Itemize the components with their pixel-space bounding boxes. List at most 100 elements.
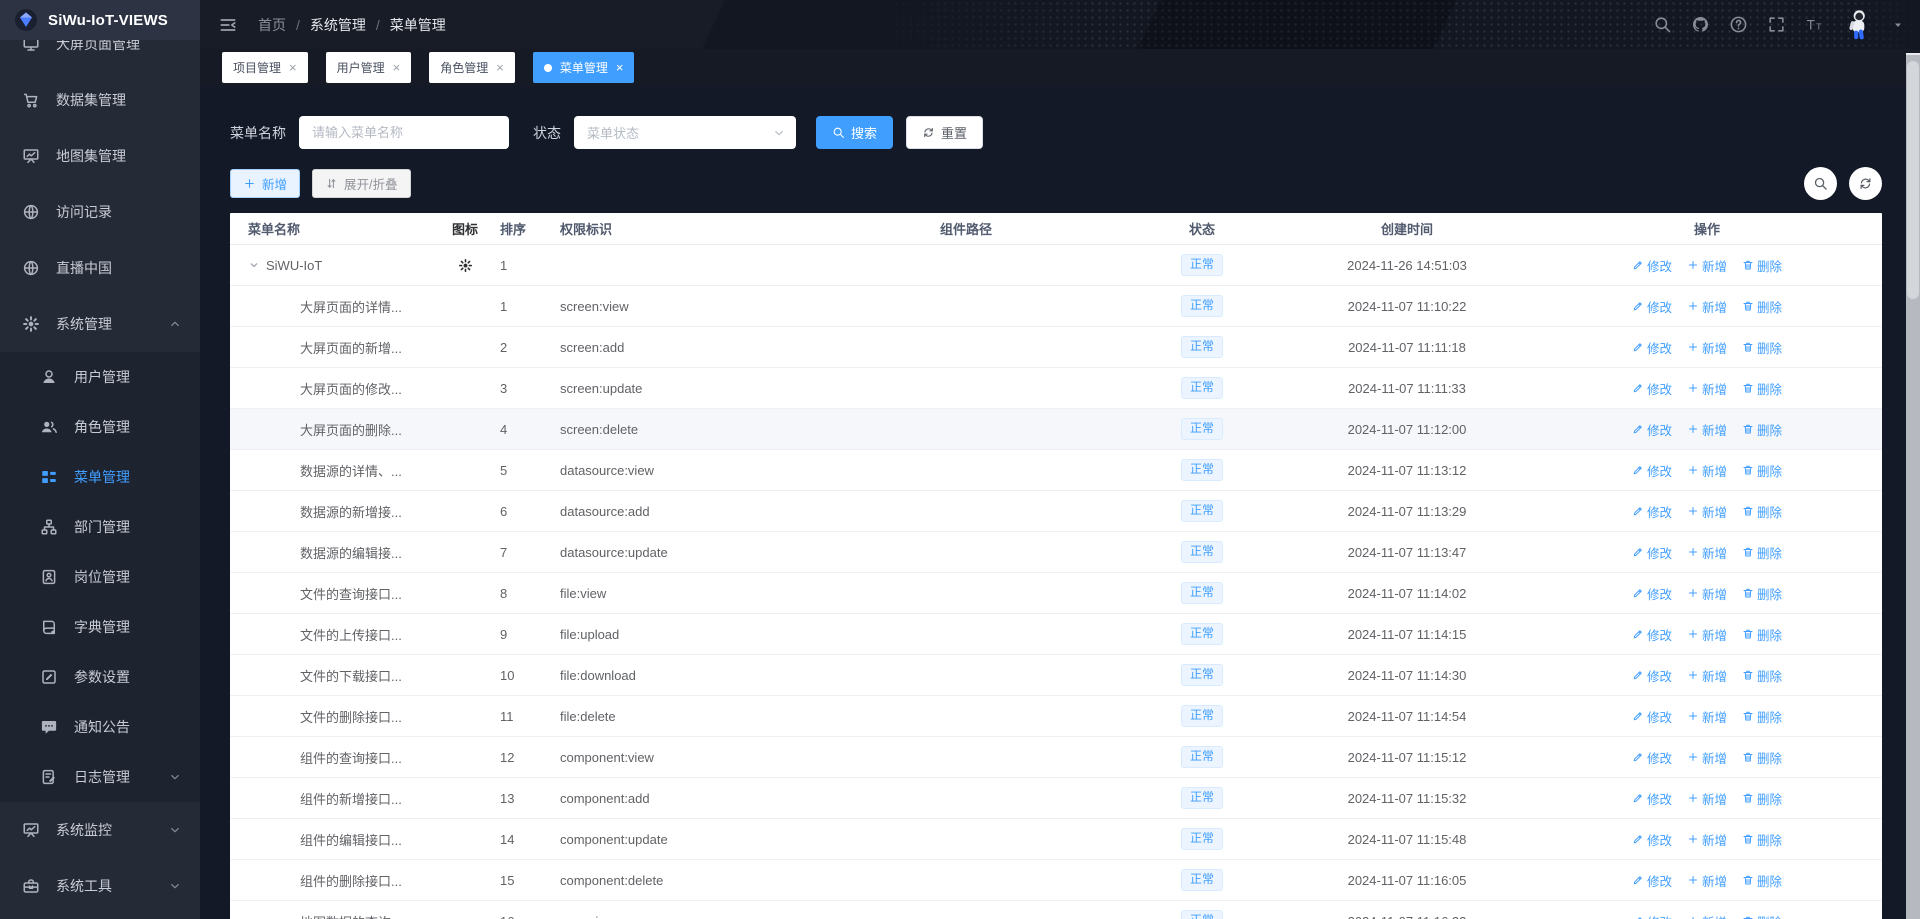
tab-active[interactable]: 菜单管理 ×: [533, 52, 635, 83]
edit-link[interactable]: 修改: [1632, 666, 1672, 685]
edit-link[interactable]: 修改: [1632, 830, 1672, 849]
sidebar-item[interactable]: 字典管理: [0, 602, 200, 652]
page-scrollbar[interactable]: [1906, 53, 1920, 919]
edit-link[interactable]: 修改: [1632, 297, 1672, 316]
table-row[interactable]: 大屏页面的新增... 2 screen:add 正常 2024-11-07 11…: [230, 327, 1882, 368]
delete-link[interactable]: 删除: [1742, 461, 1782, 480]
add-link[interactable]: 新增: [1687, 871, 1727, 890]
delete-link[interactable]: 删除: [1742, 256, 1782, 275]
table-row[interactable]: 组件的新增接口... 13 component:add 正常 2024-11-0…: [230, 778, 1882, 819]
sidebar-item[interactable]: 菜单管理: [0, 452, 200, 502]
fullscreen-icon[interactable]: [1767, 15, 1786, 34]
add-link[interactable]: 新增: [1687, 912, 1727, 919]
delete-link[interactable]: 删除: [1742, 338, 1782, 357]
user-avatar[interactable]: [1843, 8, 1873, 42]
delete-link[interactable]: 删除: [1742, 707, 1782, 726]
help-icon[interactable]: [1729, 15, 1748, 34]
add-link[interactable]: 新增: [1687, 625, 1727, 644]
tab-close-icon[interactable]: ×: [616, 61, 624, 74]
add-button[interactable]: 新增: [230, 169, 300, 198]
breadcrumb-item[interactable]: 系统管理: [310, 15, 366, 35]
sidebar-item[interactable]: 岗位管理: [0, 552, 200, 602]
tab-close-icon[interactable]: ×: [289, 61, 297, 74]
table-row[interactable]: 大屏页面的修改... 3 screen:update 正常 2024-11-07…: [230, 368, 1882, 409]
sidebar-item[interactable]: 用户管理: [0, 352, 200, 402]
add-link[interactable]: 新增: [1687, 297, 1727, 316]
delete-link[interactable]: 删除: [1742, 420, 1782, 439]
table-row[interactable]: 文件的下载接口... 10 file:download 正常 2024-11-0…: [230, 655, 1882, 696]
delete-link[interactable]: 删除: [1742, 379, 1782, 398]
add-link[interactable]: 新增: [1687, 256, 1727, 275]
tab-0[interactable]: 项目管理 ×: [222, 52, 308, 83]
add-link[interactable]: 新增: [1687, 461, 1727, 480]
user-menu-caret-icon[interactable]: [1892, 19, 1904, 31]
edit-link[interactable]: 修改: [1632, 461, 1672, 480]
font-size-icon[interactable]: TT: [1805, 15, 1824, 34]
app-logo[interactable]: SiWu-IoT-VIEWS: [0, 0, 200, 40]
table-row[interactable]: 数据源的编辑接... 7 datasource:update 正常 2024-1…: [230, 532, 1882, 573]
expand-collapse-button[interactable]: 展开/折叠: [312, 169, 410, 198]
sidebar-item[interactable]: 直播中国: [0, 240, 200, 296]
sidebar-item[interactable]: 部门管理: [0, 502, 200, 552]
table-row[interactable]: 组件的删除接口... 15 component:delete 正常 2024-1…: [230, 860, 1882, 901]
breadcrumb-item[interactable]: 菜单管理: [390, 15, 446, 35]
add-link[interactable]: 新增: [1687, 502, 1727, 521]
edit-link[interactable]: 修改: [1632, 338, 1672, 357]
add-link[interactable]: 新增: [1687, 666, 1727, 685]
delete-link[interactable]: 删除: [1742, 584, 1782, 603]
table-row[interactable]: 文件的上传接口... 9 file:upload 正常 2024-11-07 1…: [230, 614, 1882, 655]
delete-link[interactable]: 删除: [1742, 789, 1782, 808]
github-icon[interactable]: [1691, 15, 1710, 34]
sidebar-collapse-icon[interactable]: [218, 15, 238, 35]
table-row[interactable]: 组件的编辑接口... 14 component:update 正常 2024-1…: [230, 819, 1882, 860]
refresh-table-button[interactable]: [1849, 167, 1882, 200]
add-link[interactable]: 新增: [1687, 420, 1727, 439]
edit-link[interactable]: 修改: [1632, 420, 1672, 439]
tab-1[interactable]: 用户管理 ×: [326, 52, 412, 83]
search-button[interactable]: 搜索: [816, 116, 893, 149]
delete-link[interactable]: 删除: [1742, 666, 1782, 685]
show-search-button[interactable]: [1804, 167, 1837, 200]
edit-link[interactable]: 修改: [1632, 748, 1672, 767]
sidebar-item[interactable]: 日志管理: [0, 752, 200, 802]
sidebar-item[interactable]: 系统监控: [0, 802, 200, 858]
edit-link[interactable]: 修改: [1632, 256, 1672, 275]
table-row[interactable]: 大屏页面的详情... 1 screen:view 正常 2024-11-07 1…: [230, 286, 1882, 327]
edit-link[interactable]: 修改: [1632, 789, 1672, 808]
status-select[interactable]: 菜单状态: [574, 116, 796, 149]
table-row[interactable]: 组件的查询接口... 12 component:view 正常 2024-11-…: [230, 737, 1882, 778]
edit-link[interactable]: 修改: [1632, 912, 1672, 919]
add-link[interactable]: 新增: [1687, 830, 1727, 849]
delete-link[interactable]: 删除: [1742, 502, 1782, 521]
edit-link[interactable]: 修改: [1632, 502, 1672, 521]
tab-close-icon[interactable]: ×: [393, 61, 401, 74]
add-link[interactable]: 新增: [1687, 338, 1727, 357]
add-link[interactable]: 新增: [1687, 543, 1727, 562]
scrollbar-thumb[interactable]: [1907, 61, 1919, 299]
sidebar-item[interactable]: 数据集管理: [0, 72, 200, 128]
row-expand-icon[interactable]: [248, 259, 260, 271]
edit-link[interactable]: 修改: [1632, 871, 1672, 890]
delete-link[interactable]: 删除: [1742, 912, 1782, 919]
table-row[interactable]: 数据源的新增接... 6 datasource:add 正常 2024-11-0…: [230, 491, 1882, 532]
table-row[interactable]: 数据源的详情、... 5 datasource:view 正常 2024-11-…: [230, 450, 1882, 491]
delete-link[interactable]: 删除: [1742, 748, 1782, 767]
delete-link[interactable]: 删除: [1742, 543, 1782, 562]
sidebar-item[interactable]: 通知公告: [0, 702, 200, 752]
add-link[interactable]: 新增: [1687, 379, 1727, 398]
table-row[interactable]: 地图数据的查询... 16 map:view 正常 2024-11-07 11:…: [230, 901, 1882, 919]
menu-name-input[interactable]: [299, 116, 509, 149]
sidebar-item[interactable]: 访问记录: [0, 184, 200, 240]
delete-link[interactable]: 删除: [1742, 830, 1782, 849]
delete-link[interactable]: 删除: [1742, 297, 1782, 316]
sidebar-item[interactable]: 角色管理: [0, 402, 200, 452]
tab-close-icon[interactable]: ×: [496, 61, 504, 74]
sidebar-item[interactable]: 参数设置: [0, 652, 200, 702]
header-search-icon[interactable]: [1653, 15, 1672, 34]
edit-link[interactable]: 修改: [1632, 625, 1672, 644]
sidebar-item[interactable]: 地图集管理: [0, 128, 200, 184]
table-row[interactable]: 大屏页面的删除... 4 screen:delete 正常 2024-11-07…: [230, 409, 1882, 450]
edit-link[interactable]: 修改: [1632, 543, 1672, 562]
sidebar-item[interactable]: 系统工具: [0, 858, 200, 914]
tab-2[interactable]: 角色管理 ×: [429, 52, 515, 83]
